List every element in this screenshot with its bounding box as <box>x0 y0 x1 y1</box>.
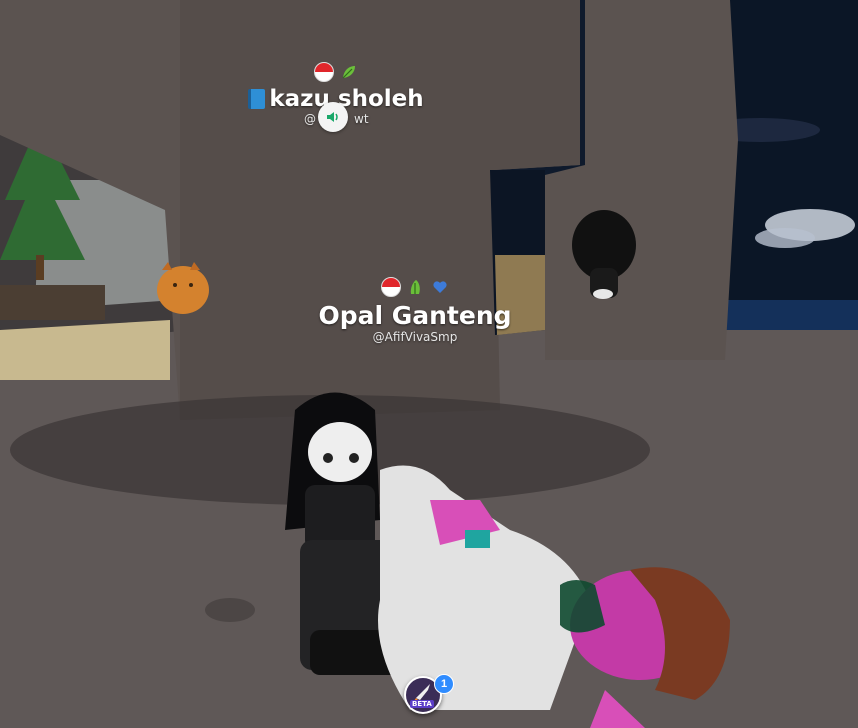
speaker-icon[interactable] <box>318 102 348 132</box>
indonesia-flag-badge <box>381 277 401 297</box>
book-icon <box>248 89 266 109</box>
player-username: @ <box>304 112 316 126</box>
heart-badge <box>431 278 449 296</box>
indonesia-flag-badge <box>314 62 334 82</box>
nameplate-opal[interactable]: Opal Ganteng @AfifVivaSmp <box>308 277 522 344</box>
badge-row <box>236 62 436 82</box>
player-display-name: kazu sholeh <box>269 86 424 112</box>
leaf-badge <box>407 278 425 296</box>
plush-creature <box>157 266 209 314</box>
notification-badge: 1 <box>434 674 454 694</box>
rocket-icon <box>414 684 430 701</box>
nameplate-kazu[interactable]: kazu sholeh @ wt <box>236 62 436 132</box>
player-display-name: Opal Ganteng <box>318 301 512 330</box>
player-username: @AfifVivaSmp <box>372 330 458 344</box>
badge-row <box>308 277 522 297</box>
beta-label: BETA <box>410 700 434 708</box>
leaf-badge <box>340 63 358 81</box>
player-username-suffix: wt <box>354 112 369 126</box>
game-viewport[interactable]: kazu sholeh @ wt Opal Ganteng @AfifVivaS… <box>0 0 858 728</box>
